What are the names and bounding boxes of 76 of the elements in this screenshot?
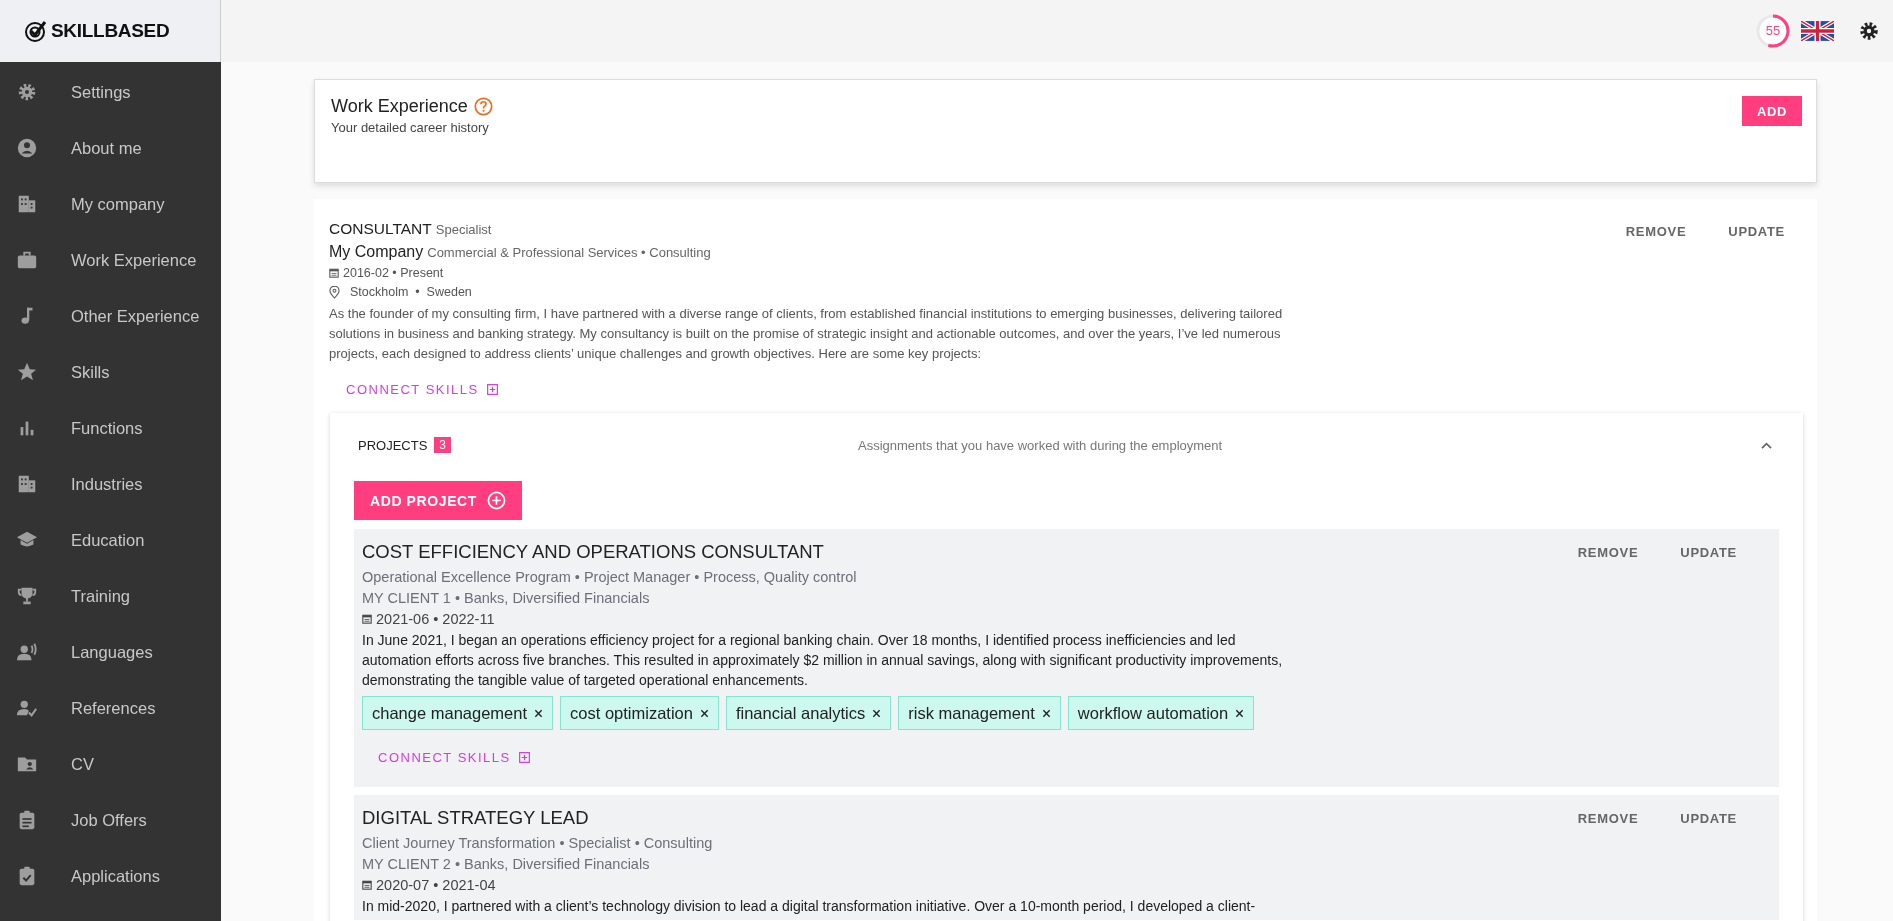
nav-item[interactable]: Skills <box>0 344 221 400</box>
skill-tag[interactable]: workflow automation <box>1067 696 1255 730</box>
nav-item[interactable]: Other Experience <box>0 288 221 344</box>
target-check-icon <box>24 19 48 43</box>
close-icon[interactable] <box>699 708 709 718</box>
gear-icon <box>16 81 38 103</box>
person-circle-icon <box>16 137 38 159</box>
nav-item[interactable]: About me <box>0 120 221 176</box>
speaking-person-icon <box>16 641 38 663</box>
nav-item[interactable]: References <box>0 680 221 736</box>
project-details: Client Journey Transformation • Specialist • Consulting <box>362 834 714 853</box>
remove-button[interactable]: REMOVE <box>1559 541 1657 564</box>
position-title: CONSULTANT <box>329 220 432 238</box>
nav-item[interactable]: Job Offers <box>0 792 221 848</box>
project-client: MY CLIENT 2 • Banks, Diversified Financials <box>362 855 651 874</box>
skill-tag[interactable]: financial analytics <box>725 696 892 730</box>
project-title: DIGITAL STRATEGY LEAD <box>362 807 590 829</box>
update-button[interactable]: UPDATE <box>1662 807 1755 830</box>
calendar-icon <box>362 614 372 624</box>
nav-item[interactable]: Training <box>0 568 221 624</box>
building-icon <box>16 473 38 495</box>
company-name: My Company <box>329 243 424 261</box>
close-icon[interactable] <box>1041 708 1051 718</box>
company-industry: Commercial & Professional Services • Consulting <box>427 245 711 260</box>
projects-count: 3 <box>434 437 452 453</box>
score-value: 55 <box>1764 23 1782 39</box>
brand-name: SKILLBASED <box>51 20 170 42</box>
employment-dates: 2016-02 • Present <box>343 266 444 280</box>
section-subtitle: Your detailed career history <box>331 120 490 135</box>
plus-circle-icon <box>486 491 506 510</box>
project-dates: 2021-06 • 2022-11 <box>376 610 495 629</box>
close-icon[interactable] <box>1235 708 1245 718</box>
nav-item[interactable]: CV <box>0 736 221 792</box>
skill-tag[interactable]: change management <box>362 696 554 730</box>
location: Stockholm • Sweden <box>350 285 472 299</box>
nav-item[interactable]: Applications <box>0 848 221 904</box>
nav-item[interactable]: My company <box>0 176 221 232</box>
project-description: In June 2021, I began an operations efficiency project for a regional banking chain. Over 18 months, I identified process inefficiencies and led automation efforts across five branches. This resulted in approximately $2 million in annual savings, along with significant productivity improvements, demonstrating the tangible value of targeted operational enhancements. <box>362 631 1284 690</box>
trophy-icon <box>16 585 38 607</box>
calendar-icon <box>362 880 372 890</box>
close-icon[interactable] <box>872 708 882 718</box>
nav-item[interactable]: Settings <box>0 64 221 120</box>
nav-item[interactable]: Industries <box>0 456 221 512</box>
plus-square-icon <box>518 752 530 763</box>
projects-label: PROJECTS <box>358 437 428 453</box>
remove-button[interactable]: REMOVE <box>1607 220 1705 243</box>
plus-square-icon <box>486 384 498 395</box>
uk-flag-icon[interactable] <box>1801 21 1834 41</box>
remove-button[interactable]: REMOVE <box>1559 807 1657 830</box>
project-title: COST EFFICIENCY AND OPERATIONS CONSULTANT <box>362 541 825 563</box>
position-level: Specialist <box>435 222 492 237</box>
update-button[interactable]: UPDATE <box>1662 541 1755 564</box>
location-pin-icon <box>329 285 340 299</box>
project-dates: 2020-07 • 2021-04 <box>376 876 496 895</box>
nav-item[interactable]: Education <box>0 512 221 568</box>
help-icon[interactable] <box>473 97 493 116</box>
project-description: In mid-2020, I partnered with a client’s technology division to lead a digital transformation initiative. Over a 10-month period, I developed a client- <box>362 897 1256 916</box>
update-button[interactable]: UPDATE <box>1710 220 1803 243</box>
connect-skills-button[interactable]: CONNECT SKILLS <box>346 374 498 405</box>
project-details: Operational Excellence Program • Project Manager • Process, Quality control <box>362 568 858 587</box>
nav-item[interactable]: Languages <box>0 624 221 680</box>
building-icon <box>16 193 38 215</box>
projects-hint: Assignments that you have worked with during the employment <box>858 437 1224 453</box>
calendar-icon <box>329 268 339 278</box>
skill-tag[interactable]: cost optimization <box>560 696 719 730</box>
skill-tag[interactable]: risk management <box>898 696 1061 730</box>
star-icon <box>16 361 38 383</box>
nav-item[interactable]: Functions <box>0 400 221 456</box>
nav-item[interactable]: Work Experience <box>0 232 221 288</box>
close-icon[interactable] <box>534 708 544 718</box>
project-client: MY CLIENT 1 • Banks, Diversified Financials <box>362 589 651 608</box>
briefcase-icon <box>16 249 38 271</box>
settings-icon[interactable] <box>1858 20 1880 42</box>
section-title: Work Experience <box>331 96 468 117</box>
chevron-up-icon[interactable] <box>1760 440 1773 450</box>
position-description: As the founder of my consulting firm, I have partnered with a diverse range of clients, from established financial institutions to emerging businesses, delivering tailored solutions in business and banking strategy. My consultancy is built on the promise of strategic insight and actionable outcomes, and over the years, I’ve led numerous projects, each designed to address clients’ unique challenges and growth objectives. Here are some key projects: <box>329 305 1284 363</box>
